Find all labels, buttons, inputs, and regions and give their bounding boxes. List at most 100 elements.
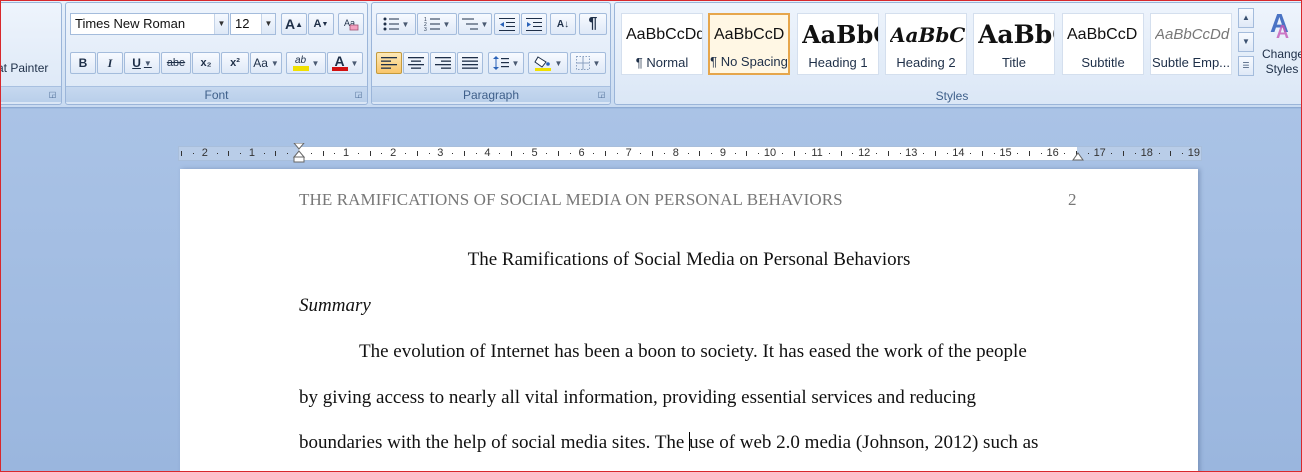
align-left-button[interactable] xyxy=(376,52,402,74)
justify-button[interactable] xyxy=(457,52,483,74)
styles-scroll-down-button[interactable]: ▼ xyxy=(1238,32,1254,52)
font-group: Times New Roman ▼ 12 ▼ A ▲ A ▼ Aa B I U ▼ a… xyxy=(65,2,368,105)
chevron-down-icon[interactable]: ▼ xyxy=(402,20,410,29)
chevron-down-icon[interactable]: ▼ xyxy=(593,59,601,68)
font-family-value: Times New Roman xyxy=(75,16,186,31)
ruler-tick xyxy=(593,153,594,154)
chevron-down-icon[interactable]: ▼ xyxy=(261,14,275,34)
borders-button[interactable]: ▼ xyxy=(570,52,606,74)
font-color-button[interactable]: A ▼ xyxy=(327,52,363,74)
ruler-number: 13 xyxy=(905,147,918,159)
styles-scroll-up-button[interactable]: ▲ xyxy=(1238,8,1254,28)
subscript-button[interactable]: x₂ xyxy=(192,52,220,74)
font-family-combo[interactable]: Times New Roman ▼ xyxy=(70,13,229,35)
clear-formatting-button[interactable]: Aa xyxy=(338,13,364,35)
bullets-button[interactable]: ▼ xyxy=(376,13,416,35)
ruler-tick xyxy=(735,153,736,154)
document-page[interactable]: THE RAMIFICATIONS OF SOCIAL MEDIA ON PER… xyxy=(180,169,1198,472)
decrease-indent-button[interactable] xyxy=(494,13,520,35)
align-center-button[interactable] xyxy=(403,52,429,74)
up-arrow-icon: ▲ xyxy=(295,19,304,29)
superscript-button[interactable]: x² xyxy=(221,52,249,74)
style-subtle-emphasis[interactable]: AaBbCcDd Subtle Emp... xyxy=(1150,13,1232,75)
chevron-down-icon[interactable]: ▼ xyxy=(512,59,520,68)
format-painter-button[interactable]: at Painter xyxy=(0,61,48,75)
ruler-tick xyxy=(1170,151,1171,156)
paragraph-group-label: Paragraph xyxy=(372,86,610,102)
ruler-tick xyxy=(358,153,359,154)
ruler-number: 3 xyxy=(437,147,444,159)
strikethrough-button[interactable]: abe xyxy=(161,52,191,74)
ruler-tick xyxy=(452,153,453,154)
paragraph-dialog-launcher-icon[interactable]: ◲ xyxy=(597,91,606,100)
ruler-tick xyxy=(923,153,924,154)
style-sample: AaBbCcDd xyxy=(626,26,702,43)
ruler-tick xyxy=(264,153,265,154)
summary-heading: Summary xyxy=(299,295,371,316)
font-size-combo[interactable]: 12 ▼ xyxy=(230,13,276,35)
font-group-label: Font xyxy=(66,86,367,102)
ruler-tick xyxy=(852,153,853,154)
chevron-down-icon[interactable]: ▼ xyxy=(271,59,279,68)
style-subtitle[interactable]: AaBbCcD Subtitle xyxy=(1062,13,1144,75)
ruler-tick xyxy=(699,151,700,156)
grow-font-button[interactable]: A ▲ xyxy=(281,13,307,35)
clipboard-launcher-icon[interactable]: ◲ xyxy=(48,91,57,100)
chevron-down-icon[interactable]: ▼ xyxy=(555,59,563,68)
align-right-button[interactable] xyxy=(430,52,456,74)
style-heading-2[interactable]: AaBbCc Heading 2 xyxy=(885,13,967,75)
body-line-2: by giving access to nearly all vital inf… xyxy=(299,387,976,408)
chevron-down-icon[interactable]: ▼ xyxy=(481,20,489,29)
sort-button[interactable]: A↓ xyxy=(550,13,576,35)
style-normal[interactable]: AaBbCcDd ¶ Normal xyxy=(621,13,703,75)
ruler-tick xyxy=(275,151,276,156)
show-formatting-marks-button[interactable]: ¶ xyxy=(579,13,607,35)
style-title[interactable]: AaBbC Title xyxy=(973,13,1055,75)
bold-icon: B xyxy=(78,56,88,70)
style-heading-1[interactable]: AaBbC Heading 1 xyxy=(797,13,879,75)
pilcrow-icon: ¶ xyxy=(588,15,598,32)
change-styles-button[interactable]: AA Change Styles xyxy=(1262,8,1302,86)
highlight-button[interactable]: ab ▼ xyxy=(286,52,326,74)
underline-button[interactable]: U ▼ xyxy=(124,52,160,74)
ruler-tick xyxy=(711,153,712,154)
shrink-font-button[interactable]: A ▼ xyxy=(308,13,334,35)
style-name: Subtitle xyxy=(1081,55,1125,70)
chevron-down-icon[interactable]: ▼ xyxy=(443,20,451,29)
ruler-tick xyxy=(605,151,606,156)
style-no-spacing[interactable]: AaBbCcD ¶ No Spacing xyxy=(708,13,790,75)
font-color-label: A xyxy=(334,53,345,69)
shading-button[interactable]: ▼ xyxy=(528,52,568,74)
page-number: 2 xyxy=(1068,190,1077,209)
first-line-indent-marker-icon[interactable] xyxy=(293,143,305,163)
increase-indent-button[interactable] xyxy=(521,13,547,35)
ruler-tick xyxy=(429,153,430,154)
multilevel-list-button[interactable]: ▼ xyxy=(458,13,492,35)
style-sample: AaBbCcDd xyxy=(1155,26,1230,43)
ruler-tick xyxy=(1041,153,1042,154)
font-dialog-launcher-icon[interactable]: ◲ xyxy=(354,91,363,100)
ruler-tick xyxy=(570,153,571,154)
styles-more-button[interactable]: ☰ xyxy=(1238,56,1254,76)
change-case-icon: Aa xyxy=(253,56,268,70)
ruler-number: 8 xyxy=(672,147,679,159)
right-indent-marker-icon[interactable] xyxy=(1072,151,1084,161)
body-line-1: The evolution of Internet has been a boo… xyxy=(359,341,1027,362)
chevron-down-icon[interactable]: ▼ xyxy=(214,14,228,34)
ruler-number: 2 xyxy=(390,147,397,159)
ruler-number: 14 xyxy=(952,147,965,159)
bold-button[interactable]: B xyxy=(70,52,96,74)
line-spacing-button[interactable]: ▼ xyxy=(488,52,524,74)
numbering-button[interactable]: 123 ▼ xyxy=(417,13,457,35)
italic-icon: I xyxy=(107,55,113,70)
chevron-down-icon[interactable]: ▼ xyxy=(312,59,320,68)
italic-button[interactable]: I xyxy=(97,52,123,74)
change-case-button[interactable]: Aa ▼ xyxy=(250,52,282,74)
style-sample: AaBbCcD xyxy=(714,26,785,43)
horizontal-ruler[interactable]: 2 1 1 2 3 4 5 6 7 8 9 10 11 12 13 14 15 16 17 18 19 xyxy=(178,143,1202,163)
ruler-tick xyxy=(876,153,877,154)
highlight-label: ab xyxy=(294,54,307,66)
chevron-down-icon[interactable]: ▼ xyxy=(144,59,152,68)
chevron-down-icon[interactable]: ▼ xyxy=(351,59,359,68)
style-name: Heading 1 xyxy=(808,55,868,70)
